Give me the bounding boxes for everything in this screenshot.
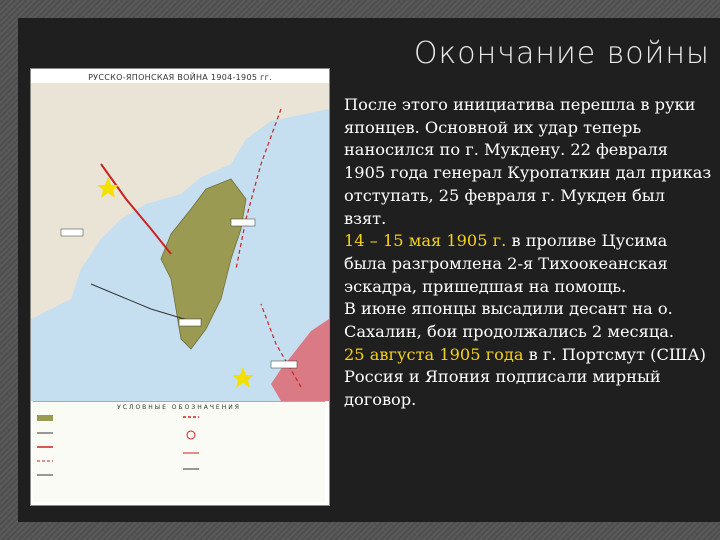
highlighted-date: 14 – 15 мая 1905 г. — [344, 231, 507, 251]
city-label-box — [230, 218, 256, 227]
map-legend: УСЛОВНЫЕ ОБОЗНАЧЕНИЯ — [33, 401, 325, 502]
paragraph: После этого инициатива перешла в руки яп… — [344, 94, 712, 230]
map-title: РУССКО-ЯПОНСКАЯ ВОЙНА 1904-1905 гг. — [88, 73, 272, 82]
paragraph: 14 – 15 мая 1905 г. в проливе Цусима был… — [344, 230, 712, 298]
paragraph: В июне японцы высадили десант на о. Саха… — [344, 298, 712, 343]
city-label-box — [178, 318, 202, 327]
paragraph: 25 августа 1905 года в г. Портсмут (США)… — [344, 344, 712, 412]
legend-title: УСЛОВНЫЕ ОБОЗНАЧЕНИЯ — [117, 404, 241, 411]
paragraph-text: После этого инициатива перешла в руки яп… — [344, 95, 712, 228]
slide-title: Окончание войны — [413, 36, 710, 71]
city-label-box — [270, 360, 298, 369]
city-label-box — [60, 228, 84, 237]
legend-graphic — [37, 415, 199, 476]
war-map: РУССКО-ЯПОНСКАЯ ВОЙНА 1904-1905 гг. УСЛО… — [30, 68, 330, 506]
paragraph-text: В июне японцы высадили десант на о. Саха… — [344, 299, 675, 342]
slide-body: После этого инициатива перешла в руки яп… — [344, 94, 712, 412]
highlighted-date: 25 августа 1905 года — [344, 344, 524, 364]
